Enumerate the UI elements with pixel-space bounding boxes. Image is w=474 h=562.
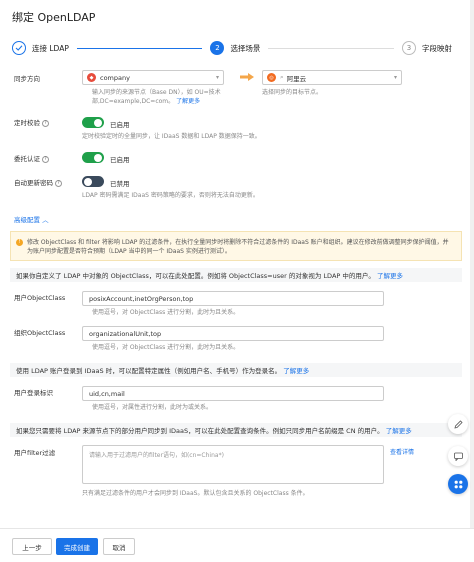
login-id-label: 用户登录标识	[14, 389, 53, 397]
delegated-auth-toggle[interactable]	[82, 152, 104, 163]
step-connector	[76, 47, 203, 49]
scheduled-sync-label: 定时校验?	[14, 117, 49, 127]
ldap-logo-icon: ◆	[87, 73, 96, 82]
apps-float-button[interactable]	[448, 474, 468, 494]
help-icon[interactable]: ?	[55, 179, 62, 187]
target-node-select[interactable]: ◎ ⌕ 阿里云 ▾	[262, 70, 402, 85]
dialog-title: 绑定 OpenLDAP	[12, 11, 96, 24]
step-connector	[268, 47, 395, 49]
finish-create-button[interactable]: 完成创建	[56, 538, 98, 555]
org-objectclass-hint: 使用逗号，对 ObjectClass 进行分割，此时为且关系。	[92, 344, 240, 351]
scheduled-sync-toggle[interactable]	[82, 117, 104, 128]
view-details-link[interactable]: 查看详情	[390, 447, 414, 456]
org-objectclass-label: 组织ObjectClass	[14, 329, 66, 337]
chevron-up-icon: ︿	[42, 216, 49, 224]
chevron-down-icon: ▾	[215, 74, 219, 81]
help-icon[interactable]: ?	[42, 155, 49, 163]
edit-float-button[interactable]	[448, 414, 468, 434]
cancel-button[interactable]: 取消	[103, 538, 135, 555]
auto-password-state: 已禁用	[110, 180, 130, 188]
advanced-toggle-link[interactable]: 高级配置 ︿	[14, 214, 49, 224]
delegated-auth-label: 委托认证?	[14, 153, 49, 163]
user-filter-label: 用户filter过滤	[14, 449, 56, 457]
user-filter-textarea[interactable]: 请输入用于过滤用户的filter语句，如(cn=China*)	[82, 445, 384, 484]
user-objectclass-input[interactable]: posixAccount,inetOrgPerson,top	[82, 291, 384, 306]
message-float-button[interactable]	[448, 446, 468, 466]
login-id-input[interactable]: uid,cn,mail	[82, 386, 384, 401]
auto-password-toggle[interactable]	[82, 176, 104, 187]
scheduled-sync-hint: 定时校验定时的全量同步，让 IDaaS 数据和 LDAP 数据保持一致。	[82, 133, 261, 140]
stepper: 连接 LDAP 2 选择场景 3 字段映射	[12, 38, 452, 58]
user-objectclass-label: 用户ObjectClass	[14, 294, 66, 302]
step-2-number: 2	[210, 41, 225, 55]
learn-more-link[interactable]: 了解更多	[386, 425, 412, 435]
warning-alert: ! 修改 ObjectClass 和 filter 将影响 LDAP 的过滤条件…	[10, 231, 462, 261]
login-id-section-bar: 使用 LDAP 账户登录到 IDaaS 时，可以配置特定属性（例如用户名、手机号…	[10, 363, 462, 377]
scheduled-sync-state: 已启用	[110, 121, 130, 129]
step-1-label: 连接 LDAP	[32, 43, 69, 53]
warning-text: 修改 ObjectClass 和 filter 将影响 LDAP 的过滤条件，在…	[27, 239, 449, 255]
prev-step-button[interactable]: 上一步	[12, 538, 52, 555]
source-node-hint: 输入同步的来源节点（Base DN），如 OU=技术部,DC=example,D…	[92, 89, 221, 105]
source-node-value: company	[100, 73, 130, 82]
delegated-auth-state: 已启用	[110, 156, 130, 164]
sync-direction-label: 同步方向	[14, 75, 40, 83]
auto-password-label: 自动更新密码?	[14, 177, 62, 187]
step-1-check-icon	[12, 41, 26, 55]
target-node-hint: 选择同步的目标节点。	[262, 89, 323, 96]
arrow-right-icon	[240, 73, 254, 81]
user-filter-section-bar: 如果您只需要将 LDAP 来源节点下的部分用户同步到 IDaaS，可以在此处配置…	[10, 423, 462, 437]
learn-more-link[interactable]: 了解更多	[283, 365, 309, 375]
help-icon[interactable]: ?	[42, 119, 49, 127]
user-objectclass-hint: 使用逗号，对 ObjectClass 进行分割，此时为且关系。	[92, 309, 240, 316]
org-objectclass-input[interactable]: organizationalUnit,top	[82, 326, 384, 341]
source-node-select[interactable]: ◆ company ▾	[82, 70, 224, 85]
dialog-footer: 上一步 完成创建 取消	[0, 528, 474, 562]
form-content: 同步方向 ◆ company ▾ 输入同步的来源节点（Base DN），如 OU…	[0, 62, 474, 528]
dialog-header: 绑定 OpenLDAP	[0, 0, 474, 34]
chevron-down-icon: ▾	[393, 74, 397, 81]
login-id-hint: 使用逗号，对属性进行分割，此时为或关系。	[92, 404, 213, 411]
target-node-value: 阿里云	[286, 74, 307, 83]
warning-icon: !	[16, 239, 23, 246]
user-filter-hint: 只有满足过滤条件的用户才会同步到 IDaaS。默认包含且关系的 ObjectCl…	[82, 490, 309, 497]
objectclass-section-bar: 如果你自定义了 LDAP 中对象的 ObjectClass，可以在此处配置。例如…	[10, 268, 462, 282]
step-2-label: 选择场景	[230, 43, 261, 53]
aliyun-logo-icon: ◎	[267, 73, 276, 82]
search-icon: ⌕	[280, 73, 284, 81]
step-3-label: 字段映射	[422, 43, 453, 53]
auto-password-hint: LDAP 密码需满足 IDaaS 密码策略的要求，否则将无法自动更新。	[82, 192, 259, 199]
step-3-number: 3	[402, 41, 417, 55]
learn-more-link[interactable]: 了解更多	[377, 270, 403, 280]
learn-more-link[interactable]: 了解更多	[176, 98, 200, 105]
